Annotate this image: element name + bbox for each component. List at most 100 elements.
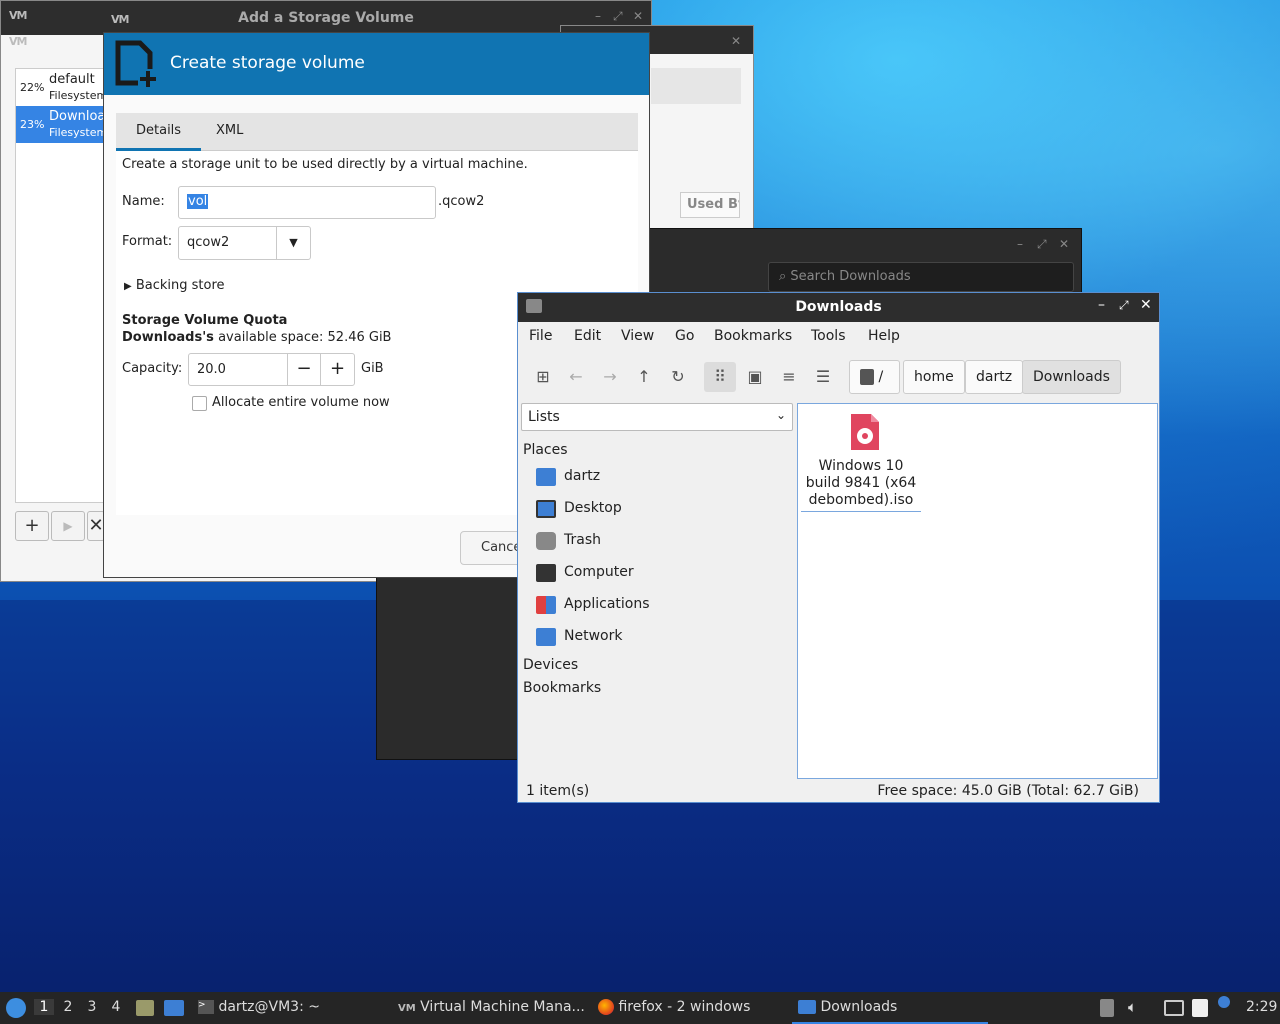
notification-icon[interactable] — [1218, 996, 1230, 1008]
start-pool-button[interactable]: ▶ — [51, 511, 85, 541]
close-icon[interactable]: ✕ — [633, 9, 643, 23]
capacity-label: Capacity: — [122, 361, 183, 376]
quota-available: Downloads's available space: 52.46 GiB — [122, 330, 391, 345]
chevron-down-icon: ⌄ — [775, 408, 786, 422]
format-combo[interactable]: qcow2 ▼ — [178, 226, 311, 260]
side-pane-value: Lists — [528, 409, 560, 425]
workspace-4[interactable]: 4 — [106, 999, 126, 1015]
name-value: vol — [187, 194, 209, 209]
file-name-line: debombed).iso — [808, 492, 914, 508]
file-manager-launcher-icon[interactable] — [136, 1000, 154, 1016]
window-title: Downloads — [795, 299, 882, 315]
icon-view-icon[interactable]: ⠿ — [704, 362, 736, 392]
minimize-icon[interactable]: – — [1017, 237, 1023, 251]
folder-icon — [798, 1000, 816, 1014]
search-input[interactable]: ⌕ Search Downloads — [768, 262, 1074, 292]
name-suffix: .qcow2 — [438, 194, 485, 209]
volume-icon[interactable]: 🔈︎ — [1128, 998, 1137, 1016]
name-input[interactable]: vol — [178, 186, 436, 219]
chevron-down-icon[interactable]: ▼ — [276, 227, 310, 259]
clock[interactable]: 2:29 — [1246, 999, 1277, 1015]
decrement-button[interactable]: − — [287, 354, 320, 385]
maximize-icon[interactable]: ⤢ — [613, 9, 623, 24]
add-pool-button[interactable]: + — [15, 511, 49, 541]
workspace-1[interactable]: 1 — [34, 999, 54, 1015]
close-icon: ✕ — [88, 515, 104, 536]
close-icon[interactable]: ✕ — [731, 34, 741, 48]
column-header-used-by[interactable]: Used By — [680, 192, 740, 218]
home-folder-icon — [536, 468, 556, 486]
file-name-line: build 9841 (x64 — [805, 475, 917, 491]
back-icon[interactable]: ← — [563, 364, 589, 390]
task-downloads[interactable]: Downloads — [792, 992, 988, 1024]
taskbar: 1 2 3 4 > dartz@VM3: ~ VM Virtual Machin… — [0, 992, 1280, 1024]
place-label: Applications — [564, 596, 650, 612]
increment-button[interactable]: + — [320, 354, 354, 385]
workspace-3[interactable]: 3 — [82, 999, 102, 1015]
pool-item-default[interactable]: 22% default Filesystem — [16, 69, 108, 106]
minimize-icon[interactable]: – — [1098, 297, 1105, 313]
breadcrumb-label: / — [878, 369, 884, 385]
side-pane-selector[interactable]: Lists ⌄ — [521, 403, 793, 431]
menu-bar: File Edit View Go Bookmarks Tools Help — [518, 322, 1159, 352]
tab-details[interactable]: Details — [116, 113, 202, 151]
task-terminal[interactable]: > dartz@VM3: ~ — [192, 992, 326, 1024]
menu-file[interactable]: File — [529, 328, 552, 344]
backing-store-expander[interactable]: ▶ Backing store — [124, 278, 225, 293]
updates-icon[interactable] — [1100, 999, 1114, 1017]
task-firefox[interactable]: firefox - 2 windows — [592, 992, 756, 1024]
breadcrumb-root[interactable]: / — [849, 360, 900, 394]
file-name: Windows 10 build 9841 (x64 debombed).iso — [801, 458, 921, 512]
allocate-checkbox[interactable] — [192, 396, 207, 411]
menu-bookmarks[interactable]: Bookmarks — [714, 328, 792, 344]
task-label: Virtual Machine Mana... — [420, 999, 585, 1015]
pool-usage: 22% — [20, 81, 45, 94]
breadcrumb-downloads[interactable]: Downloads — [1022, 360, 1121, 394]
detailed-view-icon[interactable]: ☰ — [810, 364, 836, 390]
workspace-2[interactable]: 2 — [58, 999, 78, 1015]
quota-space: available space: 52.46 GiB — [218, 330, 392, 345]
tab-xml[interactable]: XML — [196, 113, 263, 151]
bookmarks-heading[interactable]: Bookmarks — [523, 680, 601, 696]
toolbar: ⊞ ← → ↑ ↻ ⠿ ▣ ≡ ☰ / home dartz Downloads — [518, 352, 1159, 400]
reload-icon[interactable]: ↻ — [665, 364, 691, 390]
menu-tools[interactable]: Tools — [811, 328, 846, 344]
maximize-icon[interactable]: ⤢ — [1037, 237, 1047, 252]
menu-edit[interactable]: Edit — [574, 328, 601, 344]
item-count: 1 item(s) — [526, 783, 590, 799]
up-icon[interactable]: ↑ — [631, 364, 657, 390]
menu-go[interactable]: Go — [675, 328, 694, 344]
clipboard-icon[interactable] — [1192, 999, 1208, 1017]
task-virt-manager[interactable]: VM Virtual Machine Mana... — [392, 992, 591, 1024]
format-value: qcow2 — [187, 235, 230, 250]
place-label: Computer — [564, 564, 634, 580]
desktop-launcher-icon[interactable] — [164, 1000, 184, 1016]
display-icon[interactable] — [1164, 1000, 1184, 1016]
new-volume-icon — [115, 40, 158, 89]
minimize-icon[interactable]: – — [595, 9, 601, 23]
close-icon[interactable]: ✕ — [1059, 237, 1069, 251]
plus-icon: + — [24, 515, 40, 536]
devices-heading[interactable]: Devices — [523, 657, 578, 673]
new-tab-icon[interactable]: ⊞ — [530, 364, 556, 390]
breadcrumb-home[interactable]: home — [903, 360, 965, 394]
compact-view-icon[interactable]: ≡ — [776, 364, 802, 390]
breadcrumb-dartz[interactable]: dartz — [965, 360, 1024, 394]
start-menu-icon[interactable] — [6, 998, 26, 1018]
place-label: Desktop — [564, 500, 622, 516]
window-title: Add a Storage Volume — [238, 10, 414, 26]
pool-item-downloads[interactable]: 23% Downloads Filesystem — [16, 106, 120, 143]
quota-pool-name: Downloads's — [122, 330, 214, 345]
forward-icon[interactable]: → — [597, 364, 623, 390]
thumbnail-view-icon[interactable]: ▣ — [742, 364, 768, 390]
close-icon[interactable]: ✕ — [1140, 297, 1152, 313]
maximize-icon[interactable]: ⤢ — [1119, 298, 1129, 313]
file-item[interactable]: Windows 10 build 9841 (x64 debombed).iso — [801, 404, 921, 514]
dialog-description: Create a storage unit to be used directl… — [122, 157, 528, 172]
play-icon: ▶ — [63, 519, 73, 533]
menu-help[interactable]: Help — [868, 328, 900, 344]
place-label: dartz — [564, 468, 601, 484]
menu-view[interactable]: View — [621, 328, 654, 344]
capacity-spinner[interactable]: 20.0 − + — [188, 353, 355, 386]
pool-type: Filesystem — [49, 89, 108, 102]
